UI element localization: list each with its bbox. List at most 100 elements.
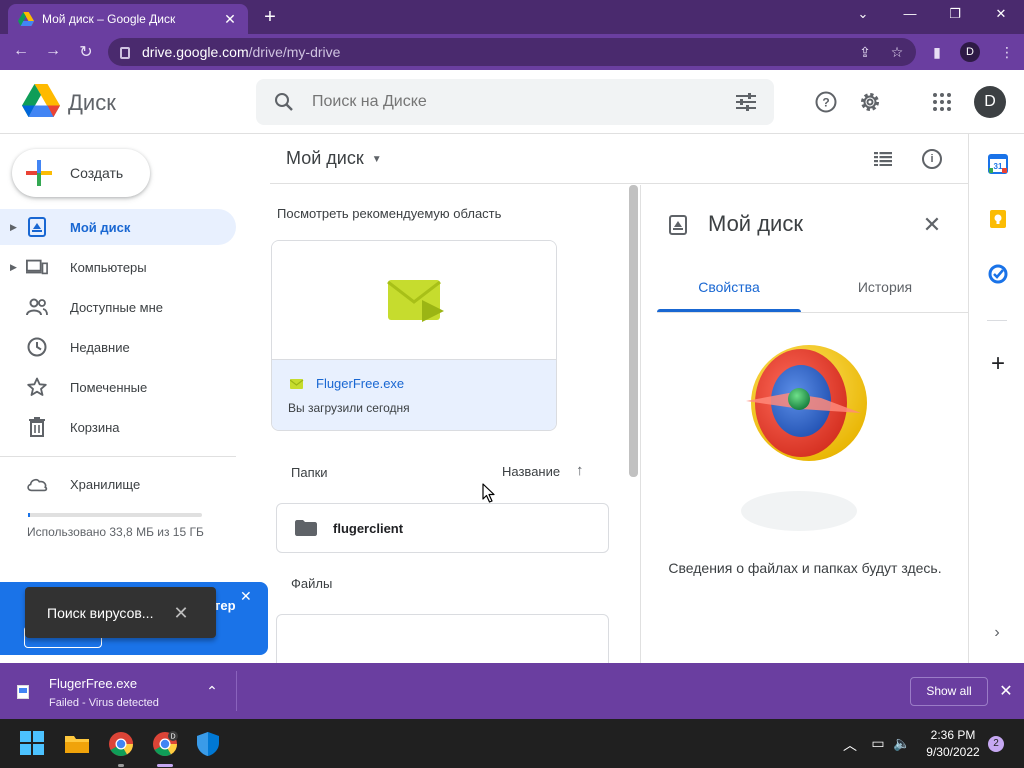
- chrome-icon[interactable]: [108, 731, 134, 757]
- download-shelf: FlugerFree.exe Failed - Virus detected ⌃…: [0, 663, 1024, 719]
- content-scrollbar[interactable]: [629, 185, 638, 477]
- download-file-icon: [17, 685, 29, 699]
- search-options-icon[interactable]: [736, 93, 756, 111]
- download-options-chevron-icon[interactable]: ⌃: [204, 683, 220, 700]
- tray-overflow-chevron-icon[interactable]: ︿: [840, 735, 860, 755]
- svg-text:31: 31: [994, 162, 1003, 171]
- sidebar-item-shared-with-me[interactable]: Доступные мне: [0, 289, 236, 325]
- list-view-icon[interactable]: [874, 152, 892, 166]
- create-button[interactable]: Создать: [12, 149, 150, 197]
- browser-menu-icon[interactable]: ⋮: [998, 44, 1016, 61]
- colorful-plus-icon: [26, 160, 52, 186]
- computers-icon: [26, 256, 48, 278]
- apps-grid-icon[interactable]: [930, 90, 954, 114]
- expand-panel-chevron-icon[interactable]: ›: [987, 624, 1007, 642]
- browser-tab[interactable]: Мой диск – Google Диск ✕: [8, 4, 248, 34]
- info-icon[interactable]: i: [922, 149, 942, 169]
- sidebar-item-starred[interactable]: Помеченные: [0, 369, 236, 405]
- promo-text-fragment: тер: [214, 598, 236, 613]
- sort-ascending-arrow-icon[interactable]: ↑: [576, 462, 584, 479]
- storage-progress-fill: [28, 513, 30, 517]
- google-drive-favicon: [18, 12, 34, 26]
- close-download-shelf-icon[interactable]: ✕: [998, 681, 1014, 701]
- calendar-icon[interactable]: 31: [988, 154, 1008, 174]
- clock-date: 9/30/2022: [926, 745, 980, 759]
- keep-icon[interactable]: [988, 209, 1008, 229]
- reload-icon[interactable]: ↻: [75, 42, 97, 62]
- svg-text:?: ?: [822, 96, 829, 110]
- tab-search-icon[interactable]: ⌄: [851, 6, 875, 22]
- sidebar-item-my-drive[interactable]: ▶ Мой диск: [0, 209, 236, 245]
- forward-icon[interactable]: →: [42, 42, 64, 60]
- taskbar-active-indicator: [157, 764, 173, 767]
- restore-icon[interactable]: ❐: [943, 6, 967, 22]
- notification-count-badge[interactable]: 2: [988, 736, 1004, 752]
- drive-header: Диск ?: [0, 70, 1024, 134]
- search-box[interactable]: [256, 79, 774, 125]
- details-panel: Мой диск ✕ Свойства История Сведения о ф…: [640, 185, 969, 663]
- tab-properties[interactable]: Свойства: [657, 279, 801, 295]
- minimize-icon[interactable]: —: [898, 6, 922, 21]
- folder-name: flugerclient: [333, 520, 404, 536]
- sidebar-item-trash[interactable]: Корзина: [0, 409, 236, 445]
- network-icon[interactable]: ▭: [868, 735, 888, 752]
- account-avatar[interactable]: D: [974, 86, 1006, 118]
- help-icon[interactable]: ?: [814, 90, 838, 114]
- chrome-profile-icon[interactable]: D: [152, 731, 178, 757]
- files-section-label: Файлы: [291, 576, 333, 591]
- details-empty-text: Сведения о файлах и папках будут здесь.: [668, 560, 942, 576]
- sidebar-item-label: Мой диск: [70, 219, 131, 235]
- tab-history[interactable]: История: [813, 279, 957, 295]
- show-all-downloads-button[interactable]: Show all: [910, 677, 988, 706]
- address-bar[interactable]: drive.google.com/drive/my-drive: [108, 38, 916, 66]
- download-status: Failed - Virus detected: [49, 697, 159, 709]
- sidebar-item-label: Доступные мне: [70, 299, 164, 315]
- toast-close-icon[interactable]: ✕: [171, 603, 191, 624]
- promo-close-icon[interactable]: ✕: [240, 588, 252, 605]
- tasks-icon[interactable]: [988, 264, 1008, 284]
- drive-logo-icon[interactable]: [22, 84, 60, 118]
- search-input[interactable]: [312, 93, 712, 111]
- sort-by-name-button[interactable]: Название: [502, 464, 560, 479]
- expand-caret-icon[interactable]: ▶: [10, 262, 24, 273]
- suggested-section-label[interactable]: Посмотреть рекомендуемую область: [277, 206, 501, 221]
- close-tab-icon[interactable]: ✕: [222, 11, 238, 28]
- page-title[interactable]: Мой диск ▼: [286, 148, 382, 169]
- file-meta: FlugerFree.exe Вы загрузили сегодня: [272, 360, 556, 430]
- search-icon[interactable]: [274, 92, 294, 112]
- close-details-icon[interactable]: ✕: [921, 212, 943, 238]
- sidebar-item-label: Помеченные: [70, 379, 148, 395]
- tab-title: Мой диск – Google Диск: [42, 12, 176, 26]
- download-file-name[interactable]: FlugerFree.exe: [49, 676, 137, 691]
- share-icon[interactable]: ⇪: [856, 44, 874, 61]
- back-icon[interactable]: ←: [10, 42, 32, 60]
- volume-icon[interactable]: 🔈: [892, 735, 912, 752]
- sidebar-item-recent[interactable]: Недавние: [0, 329, 236, 365]
- expand-caret-icon[interactable]: ▶: [10, 222, 24, 233]
- browser-profile-avatar[interactable]: D: [960, 42, 980, 62]
- side-panel-icon[interactable]: ▮: [928, 44, 946, 61]
- suggested-file-name: FlugerFree.exe: [316, 376, 405, 391]
- bookmark-star-icon[interactable]: ☆: [888, 44, 906, 61]
- main-toolbar: Мой диск ▼ i: [270, 134, 968, 184]
- sidebar-item-storage[interactable]: Хранилище: [0, 466, 236, 502]
- settings-gear-icon[interactable]: [858, 90, 882, 114]
- file-thumbnail: [272, 241, 556, 360]
- system-clock[interactable]: 2:36 PM 9/30/2022: [921, 727, 985, 761]
- clock-icon: [26, 336, 48, 358]
- file-explorer-icon[interactable]: [64, 731, 90, 757]
- clock-time: 2:36 PM: [930, 728, 976, 742]
- file-item[interactable]: [276, 614, 609, 663]
- add-addon-plus-icon[interactable]: +: [987, 350, 1009, 378]
- folder-item[interactable]: flugerclient: [276, 503, 609, 553]
- windows-security-shield-icon[interactable]: [196, 731, 222, 757]
- window-close-icon[interactable]: ✕: [989, 6, 1013, 22]
- browser-toolbar: ← → ↻ drive.google.com/drive/my-drive ⇪ …: [0, 34, 1024, 70]
- new-tab-button[interactable]: +: [258, 6, 282, 29]
- sidebar-item-computers[interactable]: ▶ Компьютеры: [0, 249, 236, 285]
- drive-brand-name: Диск: [68, 90, 116, 115]
- dropdown-arrow-icon[interactable]: ▼: [372, 154, 382, 165]
- suggested-file-card[interactable]: FlugerFree.exe Вы загрузили сегодня: [271, 240, 557, 431]
- file-browser: Посмотреть рекомендуемую область FlugerF…: [270, 185, 640, 663]
- windows-start-icon[interactable]: [20, 731, 46, 757]
